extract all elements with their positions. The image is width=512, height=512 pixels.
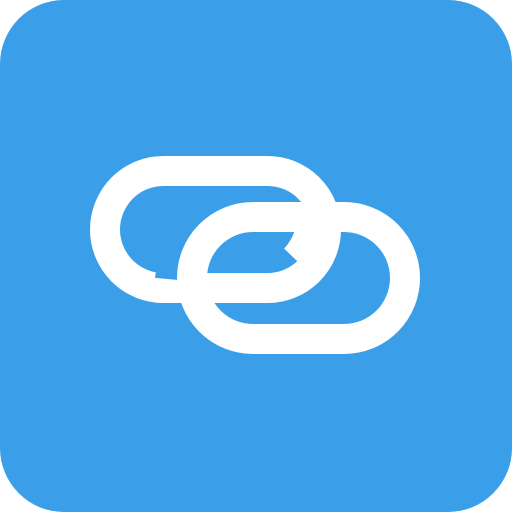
app-icon	[0, 0, 512, 512]
chain-link-back-overpass	[283, 196, 327, 270]
link-icon	[90, 156, 420, 354]
